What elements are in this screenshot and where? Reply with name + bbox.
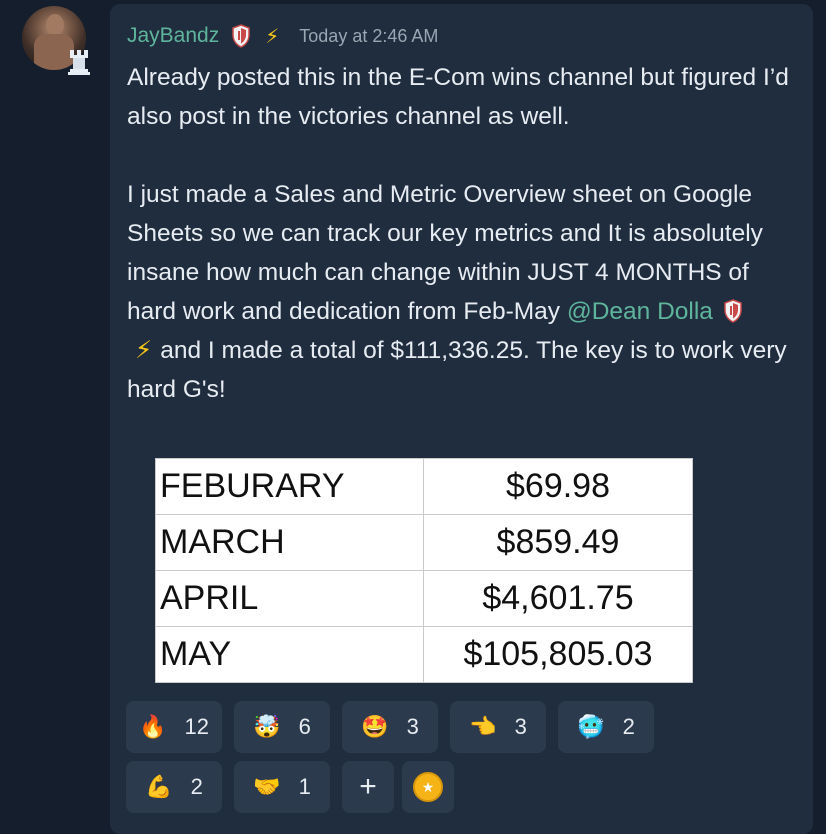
message-paragraph-1: Already posted this in the E-Com wins ch… <box>127 64 789 130</box>
reaction-row-2: 💪 2 🤝 1 + ★ <box>126 761 686 813</box>
rook-icon <box>66 46 92 76</box>
user-mention[interactable]: @Dean Dolla <box>567 298 713 325</box>
reaction-count: 1 <box>298 774 311 799</box>
paragraph-spacer <box>127 136 797 175</box>
plus-icon: + <box>359 770 377 803</box>
month-cell: APRIL <box>155 570 424 627</box>
avatar-head <box>46 14 64 36</box>
month-cell: FEBURARY <box>155 458 424 515</box>
reaction-count: 3 <box>514 714 527 739</box>
timestamp: Today at 2:46 AM <box>299 25 439 46</box>
flexed-biceps-icon: 💪 <box>145 774 173 799</box>
reaction-saluting-hand[interactable]: 👈 3 <box>450 701 546 753</box>
reaction-flexed-biceps[interactable]: 💪 2 <box>126 761 222 813</box>
coin-icon: ★ <box>413 772 443 802</box>
reactions-bar: 🔥 12 🤯 6 🤩 3 👈 3 🥶 2 💪 2 🤝 1 + ★ <box>126 701 686 821</box>
table-row: APRIL $4,601.75 <box>155 570 693 627</box>
message-body: Already posted this in the E-Com wins ch… <box>127 58 797 409</box>
month-cell: MAY <box>155 626 424 683</box>
table-row: FEBURARY $69.98 <box>155 458 693 515</box>
lightning-bolt-icon: ⚡ <box>265 25 280 48</box>
shield-badge-icon <box>723 296 743 323</box>
shield-badge-icon <box>231 24 251 48</box>
reaction-count: 12 <box>184 714 209 739</box>
coin-reaction-button[interactable]: ★ <box>402 761 454 813</box>
username[interactable]: JayBandz <box>127 24 219 48</box>
message-paragraph-2-end: and I made a total of $111,336.25. The k… <box>127 337 787 403</box>
fire-icon: 🔥 <box>139 714 167 739</box>
reaction-count: 6 <box>298 714 311 739</box>
reaction-count: 2 <box>622 714 635 739</box>
reaction-count: 3 <box>406 714 419 739</box>
handshake-icon: 🤝 <box>253 774 281 799</box>
cold-face-icon: 🥶 <box>577 714 605 739</box>
month-cell: MARCH <box>155 514 424 571</box>
amount-cell: $859.49 <box>423 514 693 571</box>
reaction-row-1: 🔥 12 🤯 6 🤩 3 👈 3 🥶 2 <box>126 701 686 753</box>
star-struck-icon: 🤩 <box>361 714 389 739</box>
message-header: JayBandz ⚡ Today at 2:46 AM <box>127 22 438 50</box>
reaction-fire[interactable]: 🔥 12 <box>126 701 222 753</box>
reaction-handshake[interactable]: 🤝 1 <box>234 761 330 813</box>
message-paragraph-2: I just made a Sales and Metric Overview … <box>127 175 797 409</box>
lightning-bolt-icon: ⚡ <box>135 337 153 364</box>
add-reaction-button[interactable]: + <box>342 761 394 813</box>
saluting-hand-icon: 👈 <box>469 714 497 739</box>
reaction-exploding-head[interactable]: 🤯 6 <box>234 701 330 753</box>
amount-cell: $105,805.03 <box>423 626 693 683</box>
amount-cell: $4,601.75 <box>423 570 693 627</box>
exploding-head-icon: 🤯 <box>253 714 281 739</box>
reaction-star-struck[interactable]: 🤩 3 <box>342 701 438 753</box>
sales-sheet-image[interactable]: FEBURARY $69.98 MARCH $859.49 APRIL $4,6… <box>155 458 693 683</box>
table-row: MARCH $859.49 <box>155 514 693 571</box>
amount-cell: $69.98 <box>423 458 693 515</box>
reaction-cold-face[interactable]: 🥶 2 <box>558 701 654 753</box>
reaction-count: 2 <box>190 774 203 799</box>
table-row: MAY $105,805.03 <box>155 626 693 683</box>
